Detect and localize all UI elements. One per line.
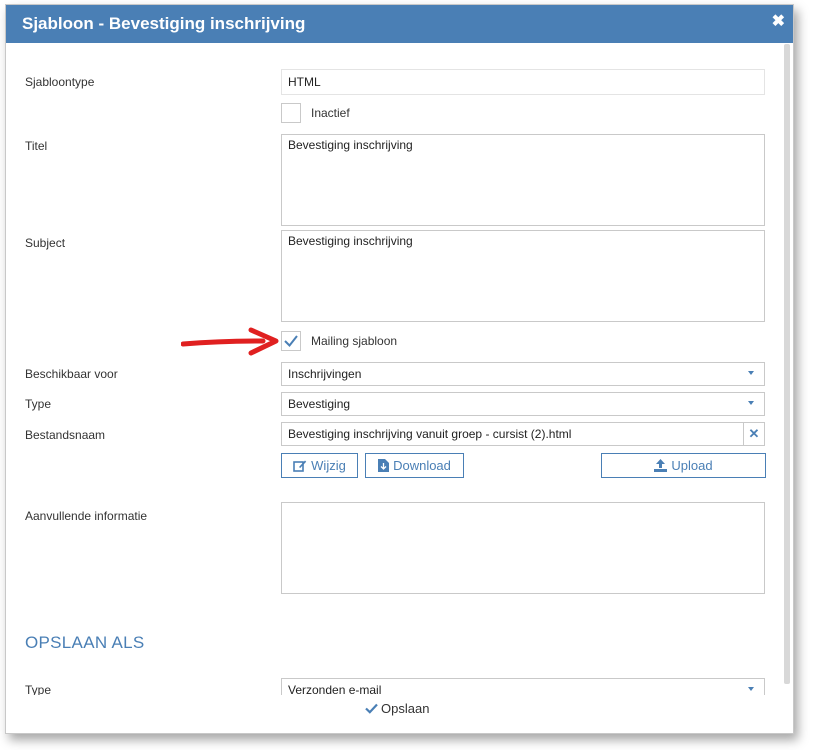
- beschikbaar-select[interactable]: Inschrijvingen: [281, 362, 765, 386]
- red-arrow-annotation: [181, 327, 279, 356]
- titel-label: Titel: [25, 139, 48, 153]
- bestandsnaam-value: Bevestiging inschrijving vanuit groep - …: [288, 427, 572, 441]
- wijzig-label: Wijzig: [311, 458, 346, 473]
- subject-label: Subject: [25, 236, 66, 250]
- save-label: Opslaan: [381, 701, 430, 716]
- wijzig-button[interactable]: Wijzig: [281, 453, 358, 478]
- sjabloontype-label: Sjabloontype: [25, 75, 95, 89]
- sjabloontype-value: HTML: [281, 69, 765, 95]
- scrollbar[interactable]: [784, 44, 790, 684]
- upload-button[interactable]: Upload: [601, 453, 766, 478]
- inactief-checkbox[interactable]: [281, 103, 301, 123]
- titel-textarea[interactable]: Bevestiging inschrijving: [281, 134, 765, 226]
- clear-icon[interactable]: ✕: [743, 423, 764, 445]
- beschikbaar-label: Beschikbaar voor: [25, 367, 118, 381]
- download-label: Download: [393, 458, 451, 473]
- dialog-title: Sjabloon - Bevestiging inschrijving: [22, 14, 306, 33]
- chevron-down-icon: [748, 401, 754, 405]
- checkmark-icon: [284, 335, 298, 348]
- upload-icon: [654, 459, 668, 472]
- type-value: Bevestiging: [288, 397, 351, 411]
- aanvullende-textarea[interactable]: [281, 502, 765, 594]
- dialog-titlebar: Sjabloon - Bevestiging inschrijving ✖: [6, 5, 793, 43]
- chevron-down-icon: [748, 687, 754, 691]
- beschikbaar-value: Inschrijvingen: [288, 367, 362, 381]
- inactief-label: Inactief: [311, 106, 350, 120]
- type-select[interactable]: Bevestiging: [281, 392, 765, 416]
- mailing-sjabloon-checkbox[interactable]: [281, 331, 301, 351]
- save-button[interactable]: Opslaan: [365, 701, 429, 716]
- bestandsnaam-field[interactable]: Bevestiging inschrijving vanuit groep - …: [281, 422, 765, 446]
- mailing-sjabloon-label: Mailing sjabloon: [311, 334, 398, 348]
- opslaan-type-select[interactable]: Verzonden e-mail: [281, 678, 765, 696]
- aanvullende-label: Aanvullende informatie: [25, 509, 148, 523]
- type-label: Type: [25, 397, 52, 411]
- opslaan-als-heading: OPSLAAN ALS: [25, 633, 145, 652]
- download-file-icon: [378, 459, 390, 472]
- close-icon[interactable]: ✖: [772, 13, 785, 31]
- subject-textarea[interactable]: Bevestiging inschrijving: [281, 230, 765, 322]
- chevron-down-icon: [748, 371, 754, 375]
- checkmark-icon: [365, 703, 378, 714]
- upload-label: Upload: [671, 458, 713, 473]
- edit-icon: [293, 460, 307, 472]
- bestandsnaam-label: Bestandsnaam: [25, 428, 106, 442]
- download-button[interactable]: Download: [365, 453, 464, 478]
- template-dialog: Sjabloon - Bevestiging inschrijving ✖ Sj…: [5, 4, 794, 734]
